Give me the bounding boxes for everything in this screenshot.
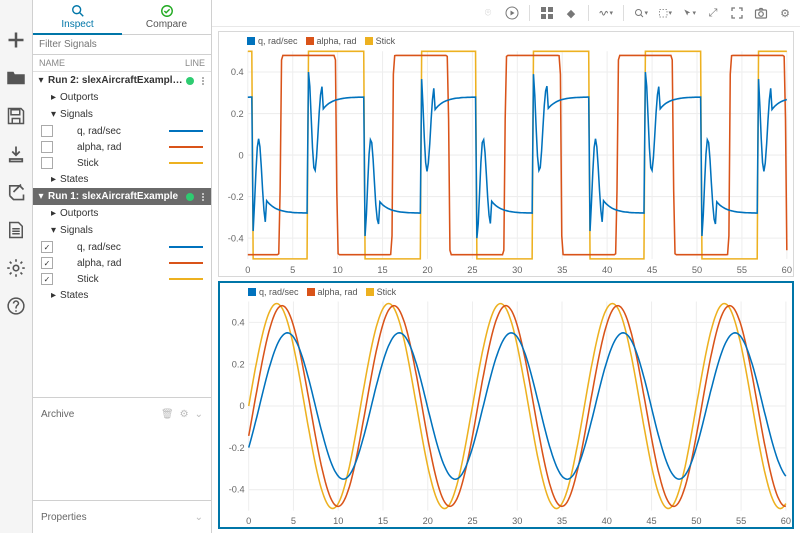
tree-group[interactable]: ▸Outports	[33, 89, 211, 106]
chart-legend: q, rad/secalpha, radStick	[247, 36, 395, 46]
signal-row[interactable]: Stick	[33, 155, 211, 171]
signal-row[interactable]: q, rad/sec	[33, 239, 211, 255]
checkbox[interactable]	[41, 241, 53, 253]
checkbox[interactable]	[41, 157, 53, 169]
svg-text:0: 0	[245, 265, 250, 276]
settings-icon[interactable]: ⚙	[778, 6, 792, 20]
main-area: ⌾ ◆ ▾ ▾ ▾ ▾ ⤢ ⚙ q, rad/secalpha, radStic…	[212, 0, 800, 533]
tree-group[interactable]: ▾Signals	[33, 106, 211, 123]
trash-icon: 🗑	[161, 409, 174, 420]
checkbox[interactable]	[41, 273, 53, 285]
import-icon[interactable]	[6, 144, 26, 164]
tab-inspect-label: Inspect	[61, 19, 93, 30]
document-icon[interactable]	[6, 220, 26, 240]
svg-text:40: 40	[602, 265, 612, 276]
svg-text:60: 60	[781, 516, 791, 526]
signal-row[interactable]: q, rad/sec	[33, 123, 211, 139]
svg-text:-0.4: -0.4	[229, 485, 245, 495]
svg-text:30: 30	[512, 516, 522, 526]
fingerprint-icon[interactable]: ⌾	[481, 6, 495, 20]
svg-text:0: 0	[239, 150, 244, 161]
tab-inspect[interactable]: Inspect	[33, 0, 122, 34]
clear-icon[interactable]: ◆	[564, 6, 578, 20]
signal-row[interactable]: alpha, rad	[33, 139, 211, 155]
add-icon[interactable]	[6, 30, 26, 50]
svg-text:25: 25	[467, 516, 477, 526]
checkbox[interactable]	[41, 125, 53, 137]
checkbox[interactable]	[41, 141, 53, 153]
svg-text:0.4: 0.4	[232, 317, 245, 327]
save-icon[interactable]	[6, 106, 26, 126]
svg-text:-0.2: -0.2	[229, 443, 245, 453]
svg-text:50: 50	[691, 516, 701, 526]
signal-row[interactable]: Stick	[33, 271, 211, 287]
grid-icon[interactable]	[540, 6, 554, 20]
svg-text:-0.4: -0.4	[228, 233, 244, 244]
gear-icon[interactable]	[6, 258, 26, 278]
svg-text:15: 15	[377, 265, 387, 276]
svg-text:60: 60	[782, 265, 792, 276]
tree-header: NAMELINE	[33, 55, 211, 72]
properties-section[interactable]: Properties ⌄	[33, 500, 211, 533]
chart-panel[interactable]: q, rad/secalpha, radStick 0 5 10 15 20 25 30 35 4…	[218, 281, 794, 529]
run-row[interactable]: ▾Run 2: slexAircraftExample[Current]	[33, 72, 211, 89]
svg-text:55: 55	[736, 516, 746, 526]
archive-section[interactable]: Archive 🗑⚙⌄	[33, 397, 211, 430]
svg-text:45: 45	[647, 265, 657, 276]
svg-text:50: 50	[692, 265, 702, 276]
svg-text:-0.2: -0.2	[228, 192, 244, 203]
chart-toolbar: ⌾ ◆ ▾ ▾ ▾ ▾ ⤢ ⚙	[212, 0, 800, 27]
svg-text:35: 35	[557, 265, 567, 276]
svg-text:0.2: 0.2	[232, 359, 245, 369]
help-icon[interactable]	[6, 296, 26, 316]
signal-row[interactable]: alpha, rad	[33, 255, 211, 271]
signal-icon[interactable]: ▾	[599, 6, 613, 20]
tree-group[interactable]: ▸Outports	[33, 205, 211, 222]
svg-text:0: 0	[239, 401, 244, 411]
chart-panel[interactable]: q, rad/secalpha, radStick 0 5 10 15 20 25 30 35 4…	[218, 31, 794, 277]
signal-tree: ▾Run 2: slexAircraftExample[Current]▸Out…	[33, 72, 211, 397]
play-icon[interactable]	[505, 6, 519, 20]
fit-icon[interactable]: ▾	[658, 6, 672, 20]
svg-text:35: 35	[557, 516, 567, 526]
checkbox[interactable]	[41, 257, 53, 269]
expand-icon[interactable]: ⤢	[706, 6, 720, 20]
cursor-icon[interactable]: ▾	[682, 6, 696, 20]
svg-text:0: 0	[246, 516, 251, 526]
svg-text:30: 30	[512, 265, 522, 276]
export-icon[interactable]	[6, 182, 26, 202]
tree-group[interactable]: ▸States	[33, 287, 211, 304]
tree-group[interactable]: ▸States	[33, 171, 211, 188]
fullscreen-icon[interactable]	[730, 6, 744, 20]
svg-text:20: 20	[422, 265, 432, 276]
folder-icon[interactable]	[6, 68, 26, 88]
tab-compare-label: Compare	[146, 19, 187, 30]
svg-text:0.4: 0.4	[231, 67, 244, 78]
svg-text:0.2: 0.2	[231, 109, 244, 120]
svg-text:45: 45	[646, 516, 656, 526]
svg-text:20: 20	[423, 516, 433, 526]
svg-text:5: 5	[291, 516, 296, 526]
svg-text:5: 5	[290, 265, 295, 276]
svg-text:40: 40	[602, 516, 612, 526]
chevron-down-icon: ⌄	[195, 409, 203, 420]
zoom-icon[interactable]: ▾	[634, 6, 648, 20]
run-row[interactable]: ▾Run 1: slexAircraftExample	[33, 188, 211, 205]
tree-group[interactable]: ▾Signals	[33, 222, 211, 239]
svg-text:10: 10	[332, 265, 342, 276]
svg-text:25: 25	[467, 265, 477, 276]
camera-icon[interactable]	[754, 6, 768, 20]
chevron-down-icon: ⌄	[195, 512, 203, 523]
tab-compare[interactable]: Compare	[122, 0, 211, 34]
gear-small-icon: ⚙	[180, 409, 189, 420]
svg-text:10: 10	[333, 516, 343, 526]
icon-rail	[0, 0, 33, 533]
filter-input[interactable]	[33, 35, 211, 54]
chart-legend: q, rad/secalpha, radStick	[248, 287, 396, 297]
svg-text:15: 15	[378, 516, 388, 526]
left-panel: Inspect Compare NAMELINE ▾Run 2: slexAir…	[33, 0, 212, 533]
svg-text:55: 55	[737, 265, 747, 276]
